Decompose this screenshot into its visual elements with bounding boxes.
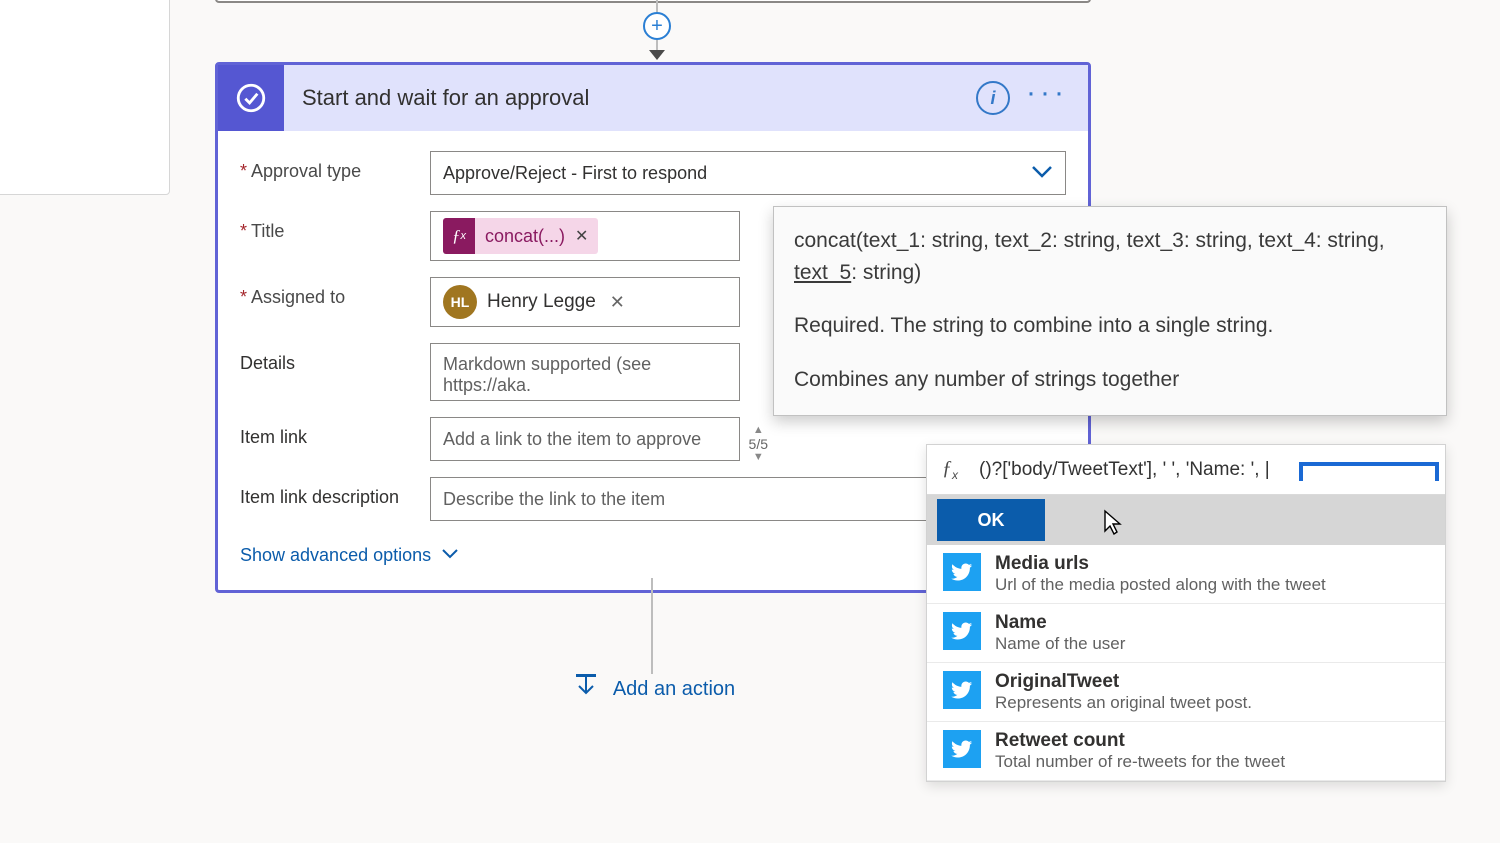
assigned-to-input[interactable]: HL Henry Legge ✕ — [430, 277, 740, 327]
dynamic-content-item[interactable]: Name Name of the user — [927, 604, 1445, 663]
dynamic-content-item[interactable]: OriginalTweet Represents an original twe… — [927, 663, 1445, 722]
dynamic-item-desc: Url of the media posted along with the t… — [995, 575, 1326, 595]
card-title: Start and wait for an approval — [284, 85, 976, 111]
connector: + — [647, 0, 667, 60]
expression-token[interactable]: ƒx concat(...) ✕ — [443, 218, 598, 254]
show-advanced-link[interactable]: Show advanced options — [240, 545, 459, 566]
chevron-down-icon — [1031, 163, 1053, 184]
add-action-icon — [571, 672, 601, 706]
item-link-label: Item link — [240, 417, 430, 448]
fx-icon: ƒx — [443, 218, 475, 254]
expression-panel: ƒx ()?['body/TweetText'], ' ', 'Name: ',… — [926, 444, 1446, 782]
step-down-icon[interactable]: ▼ — [753, 452, 764, 463]
function-description: Combines any number of strings together — [794, 364, 1428, 396]
add-action-button[interactable]: Add an action — [571, 672, 735, 706]
remove-token-icon[interactable]: ✕ — [575, 226, 588, 246]
item-link-input[interactable]: Add a link to the item to approve — [430, 417, 740, 461]
info-icon[interactable]: i — [976, 81, 1010, 115]
left-panel-edge — [0, 0, 170, 195]
fx-icon: ƒx — [927, 457, 973, 482]
dynamic-item-desc: Total number of re-tweets for the tweet — [995, 752, 1285, 772]
intellisense-tooltip: concat(text_1: string, text_2: string, t… — [773, 206, 1447, 416]
param-description: Required. The string to combine into a s… — [794, 310, 1428, 342]
twitter-icon — [943, 730, 981, 768]
twitter-icon — [943, 612, 981, 650]
function-signature: concat(text_1: string, text_2: string, t… — [794, 225, 1428, 288]
dynamic-content-list: Media urls Url of the media posted along… — [927, 545, 1445, 781]
twitter-icon — [943, 671, 981, 709]
dynamic-item-title: Retweet count — [995, 730, 1285, 752]
arrow-down-icon — [649, 50, 665, 60]
approval-icon — [218, 65, 284, 131]
dynamic-content-item[interactable]: Media urls Url of the media posted along… — [927, 545, 1445, 604]
step-up-icon[interactable]: ▲ — [753, 425, 764, 436]
approval-type-label: *Approval type — [240, 151, 430, 182]
add-step-button[interactable]: + — [643, 12, 671, 40]
connector-line — [651, 578, 653, 674]
item-link-desc-label: Item link description — [240, 477, 430, 508]
input-counter: ▲ 5/5 ▼ — [749, 425, 768, 463]
dynamic-item-title: Media urls — [995, 553, 1326, 575]
expression-input[interactable]: ()?['body/TweetText'], ' ', 'Name: ', | — [973, 459, 1445, 481]
card-header[interactable]: Start and wait for an approval i ··· — [218, 65, 1088, 131]
title-input[interactable]: ƒx concat(...) ✕ — [430, 211, 740, 261]
ok-button[interactable]: OK — [937, 499, 1045, 541]
dynamic-item-desc: Represents an original tweet post. — [995, 693, 1252, 713]
dynamic-item-title: Name — [995, 612, 1125, 634]
approval-type-select[interactable]: Approve/Reject - First to respond — [430, 151, 1066, 195]
title-label: *Title — [240, 211, 430, 242]
highlight-box — [1299, 462, 1439, 481]
dynamic-item-desc: Name of the user — [995, 634, 1125, 654]
more-menu-icon[interactable]: ··· — [1026, 93, 1068, 103]
avatar: HL — [443, 285, 477, 319]
chevron-down-icon — [441, 547, 459, 565]
dynamic-content-item[interactable]: Retweet count Total number of re-tweets … — [927, 722, 1445, 781]
twitter-icon — [943, 553, 981, 591]
remove-person-icon[interactable]: ✕ — [610, 292, 625, 313]
assigned-to-label: *Assigned to — [240, 277, 430, 308]
approval-type-row: *Approval type Approve/Reject - First to… — [240, 151, 1066, 195]
cursor-icon — [1103, 509, 1123, 540]
person-token[interactable]: HL Henry Legge ✕ — [443, 282, 625, 322]
dynamic-item-title: OriginalTweet — [995, 671, 1252, 693]
details-input[interactable]: Markdown supported (see https://aka. — [430, 343, 740, 401]
details-label: Details — [240, 343, 430, 374]
